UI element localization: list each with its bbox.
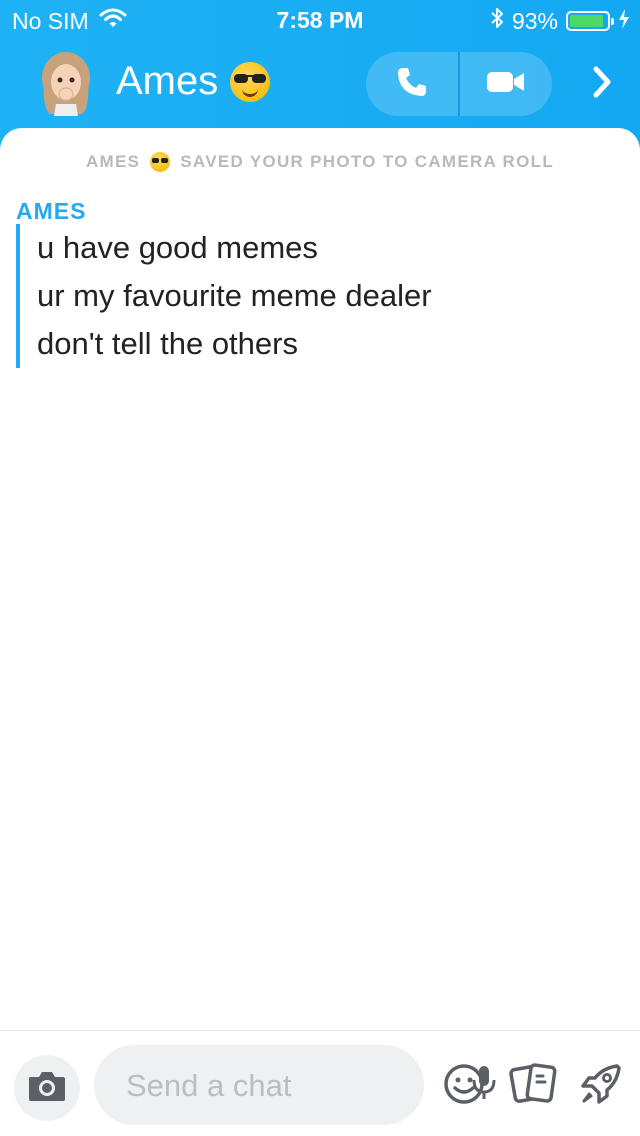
phone-icon xyxy=(395,65,429,104)
chat-header: Ames xyxy=(0,44,640,124)
smiley-icon xyxy=(442,1062,486,1111)
sender-name: AMES xyxy=(16,198,87,224)
voice-call-button[interactable] xyxy=(366,52,458,116)
chat-area[interactable]: AMES SAVED YOUR PHOTO TO CAMERA ROLL AME… xyxy=(0,128,640,1032)
camera-button[interactable] xyxy=(14,1055,80,1121)
stickers-button[interactable] xyxy=(508,1061,558,1111)
chat-screen: No SIM 7:58 PM 93% Ames AMES SAVED YOUR … xyxy=(0,0,640,1136)
contact-name: Ames xyxy=(116,59,219,103)
message-text[interactable]: u have good memes xyxy=(37,224,637,272)
rocket-icon xyxy=(579,1062,623,1111)
message-text[interactable]: don't tell the others xyxy=(37,320,637,368)
message-text[interactable]: ur my favourite meme dealer xyxy=(37,272,637,320)
emoji-mouth xyxy=(242,88,259,97)
stickers-icon xyxy=(509,1062,557,1111)
call-buttons xyxy=(366,52,552,116)
camera-icon xyxy=(27,1069,67,1108)
battery-tip xyxy=(611,18,614,25)
composer-bar xyxy=(0,1030,640,1136)
sunglasses-emoji-icon xyxy=(230,61,271,102)
chevron-right-icon xyxy=(591,65,613,104)
games-button[interactable] xyxy=(576,1061,626,1111)
avatar[interactable] xyxy=(36,48,96,118)
status-bar: No SIM 7:58 PM 93% xyxy=(0,0,640,40)
sunglasses-emoji-icon xyxy=(150,152,171,172)
next-button[interactable] xyxy=(582,60,622,108)
chat-input-container xyxy=(94,1045,496,1127)
emoji-button[interactable] xyxy=(439,1061,489,1111)
contact-title[interactable]: Ames xyxy=(116,59,271,104)
battery-icon xyxy=(566,11,614,31)
chat-input[interactable] xyxy=(124,1045,358,1127)
battery-fill xyxy=(570,15,603,27)
message-group: u have good memes ur my favourite meme d… xyxy=(16,224,637,368)
battery-percent: 93% xyxy=(511,7,558,34)
system-notice: AMES SAVED YOUR PHOTO TO CAMERA ROLL xyxy=(0,152,640,172)
notice-name: AMES xyxy=(85,152,141,171)
charging-bolt-icon xyxy=(618,8,630,35)
status-right: 93% xyxy=(490,6,630,36)
bluetooth-icon xyxy=(490,6,504,36)
video-call-button[interactable] xyxy=(460,52,552,116)
notice-text: SAVED YOUR PHOTO TO CAMERA ROLL xyxy=(180,152,555,171)
video-camera-icon xyxy=(486,69,526,100)
